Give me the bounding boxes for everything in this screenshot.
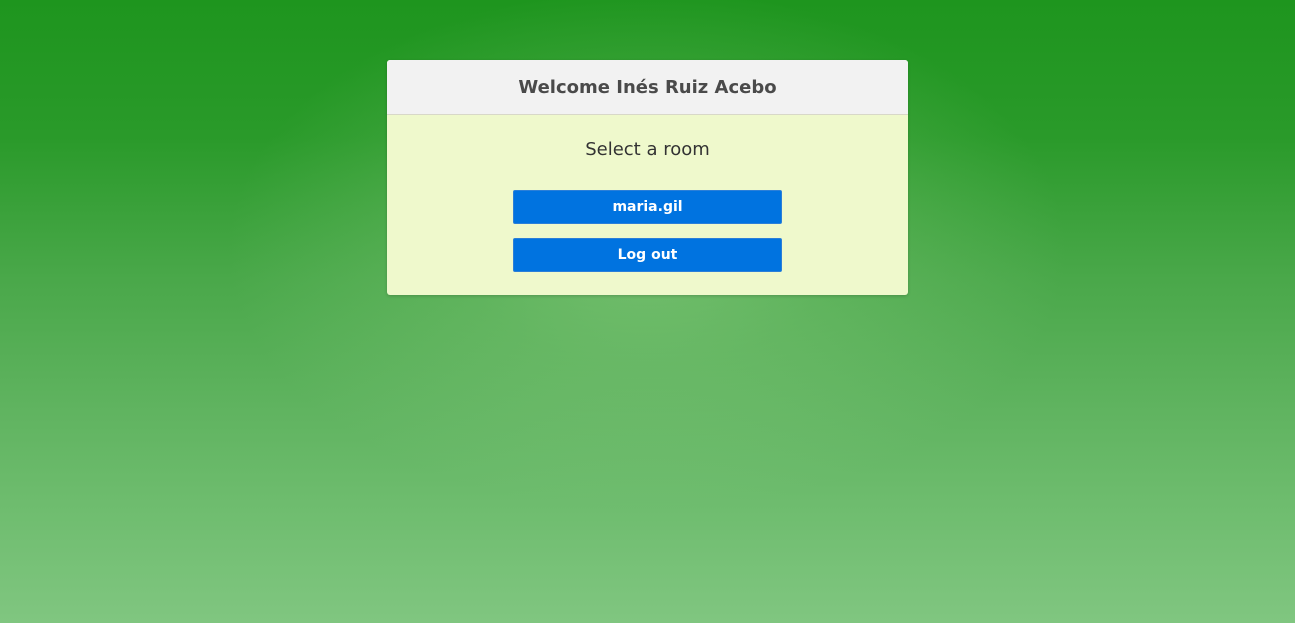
room-button-maria-gil[interactable]: maria.gil	[513, 190, 782, 224]
panel-body: Select a room maria.gil Log out	[387, 115, 908, 295]
room-selection-panel: Welcome Inés Ruiz Acebo Select a room ma…	[387, 60, 908, 295]
logout-button[interactable]: Log out	[513, 238, 782, 272]
welcome-title: Welcome Inés Ruiz Acebo	[518, 76, 777, 98]
panel-header: Welcome Inés Ruiz Acebo	[387, 60, 908, 115]
select-room-label: Select a room	[585, 139, 710, 160]
